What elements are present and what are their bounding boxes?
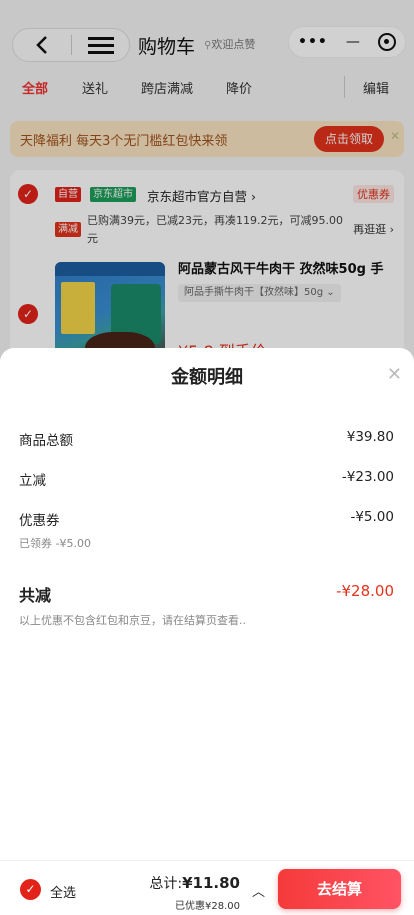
subtotal-label: 商品总额	[19, 433, 73, 449]
coupon-sub-text: 已领券 -¥5.00	[19, 537, 91, 550]
total-discount-value: -¥28.00	[336, 582, 394, 600]
instant-discount-label: 立减	[19, 473, 46, 489]
chevron-up-icon[interactable]: ︿	[252, 881, 265, 900]
sheet-title: 金额明细	[171, 367, 243, 388]
total-value: ¥11.80	[182, 874, 240, 892]
total-discount-label: 共减	[19, 586, 52, 605]
close-icon[interactable]: ✕	[387, 364, 402, 385]
total-amount: 总计:¥11.80	[149, 873, 240, 893]
total-prefix: 总计:	[149, 876, 183, 892]
saved-amount: 已优惠¥28.00	[175, 901, 240, 912]
coupon-value: -¥5.00	[350, 509, 394, 525]
coupon-label: 优惠券	[19, 513, 60, 529]
instant-discount-value: -¥23.00	[341, 469, 394, 485]
checkout-bar: ✓ 全选 总计:¥11.80 已优惠¥28.00 ︿ 去结算	[0, 860, 414, 915]
select-all-label[interactable]: 全选	[50, 882, 76, 901]
select-all-checkbox[interactable]: ✓	[20, 879, 41, 900]
checkout-button[interactable]: 去结算	[278, 869, 401, 909]
amount-detail-sheet: 金额明细 ✕ 商品总额 ¥39.80 立减 -¥23.00 优惠券 -¥5.00…	[0, 348, 414, 915]
subtotal-value: ¥39.80	[346, 429, 394, 445]
discount-note: 以上优惠不包含红包和京豆，请在结算页查看..	[19, 614, 246, 627]
